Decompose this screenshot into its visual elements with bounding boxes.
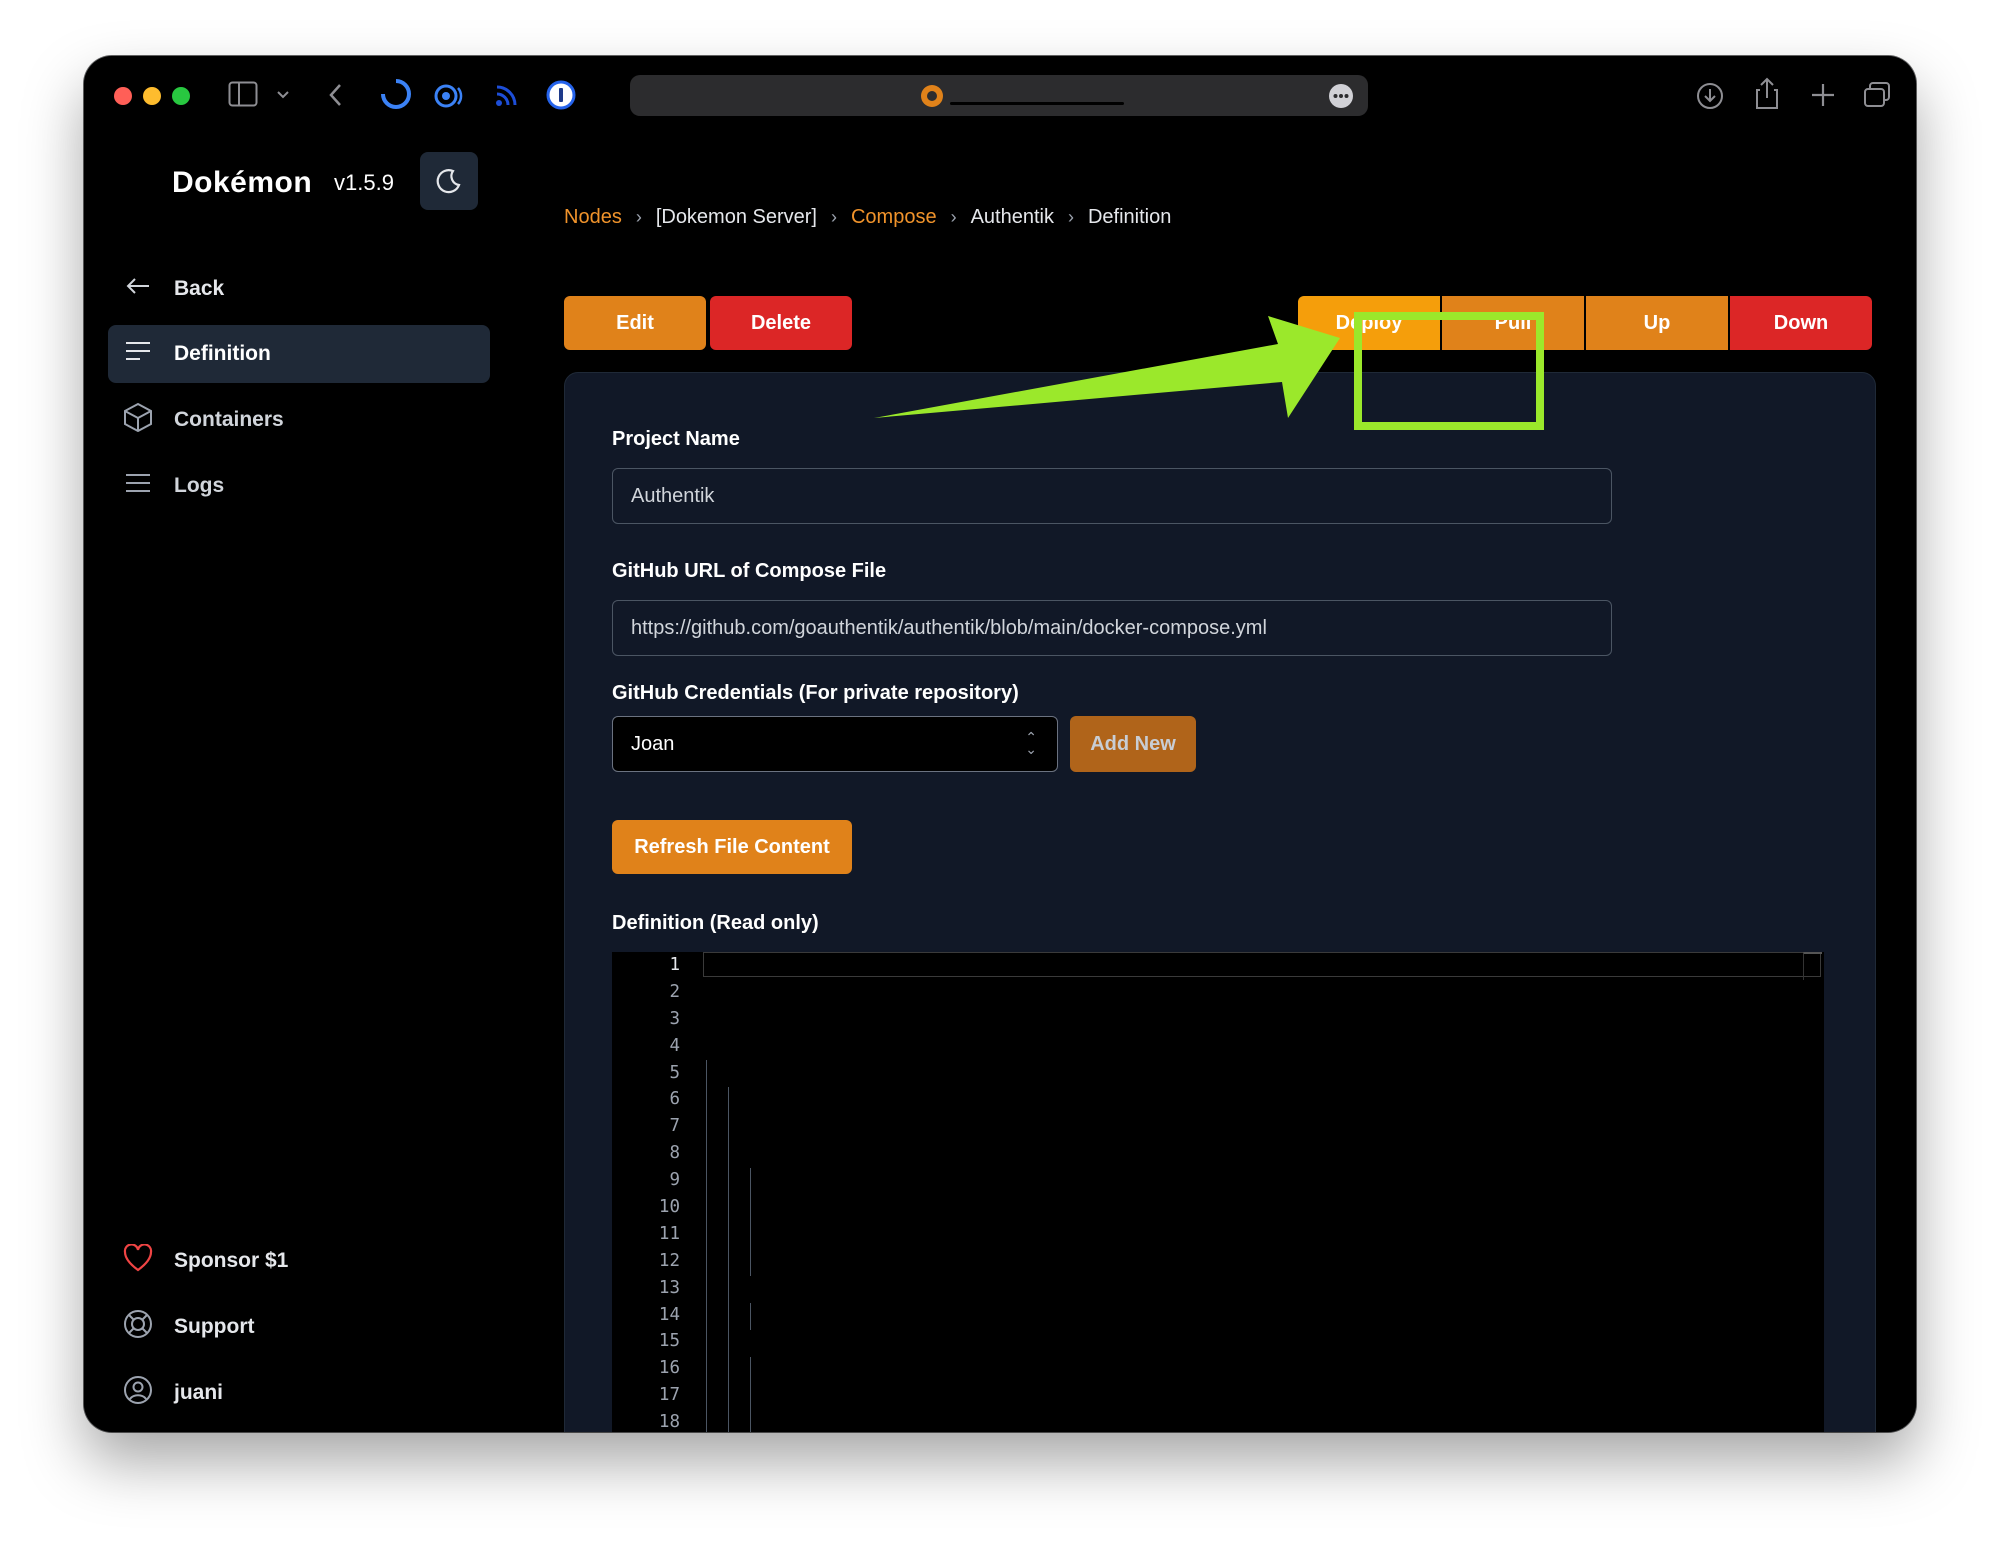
line-number: 3 (669, 1008, 680, 1029)
sidebar-item-label: Definition (174, 342, 271, 365)
sidebar-item-definition[interactable]: Definition (108, 325, 490, 383)
moon-icon (436, 169, 461, 194)
indent-guide (750, 1303, 751, 1330)
indent-guide (750, 1168, 751, 1276)
sidebar-item-user[interactable]: juani (108, 1364, 490, 1422)
breadcrumb-nodes-link[interactable]: Nodes (564, 206, 622, 229)
line-number: 2 (669, 981, 680, 1002)
cube-icon (120, 402, 156, 439)
indent-guide (706, 1060, 707, 1432)
rss-icon[interactable] (494, 84, 518, 108)
sidebar-item-label: Logs (174, 474, 225, 497)
breadcrumb-server: [Dokemon Server] (655, 206, 817, 228)
delete-button[interactable]: Delete (710, 296, 852, 350)
loading-spinner-icon (381, 79, 411, 109)
chevron-right-icon: › (635, 207, 642, 227)
lifebuoy-icon (120, 1309, 156, 1346)
sidebar-item-support[interactable]: Support (108, 1298, 490, 1356)
line-number: 8 (669, 1143, 680, 1164)
chevron-right-icon: › (1067, 207, 1074, 227)
sidebar-item-label: Sponsor $1 (174, 1249, 289, 1272)
line-number: 17 (658, 1385, 680, 1406)
indent-guide (750, 1357, 751, 1432)
chevron-right-icon: › (830, 207, 837, 227)
line-number: 13 (658, 1277, 680, 1298)
sidebar-item-back[interactable]: Back (108, 260, 490, 318)
brand-name[interactable]: Dokémon (172, 166, 312, 200)
title-bar (84, 56, 1916, 134)
line-number: 6 (669, 1089, 680, 1110)
tab-overview-icon[interactable] (1862, 80, 1892, 110)
line-number: 4 (669, 1035, 680, 1056)
edit-button[interactable]: Edit (564, 296, 706, 350)
current-line-highlight (703, 952, 1821, 977)
credentials-selected-value: Joan (631, 732, 675, 755)
credentials-label: GitHub Credentials (For private reposito… (612, 682, 1019, 704)
more-options-icon[interactable] (1328, 83, 1354, 109)
download-icon[interactable] (1696, 82, 1724, 110)
heart-icon (120, 1242, 156, 1279)
annotation-highlight-box (1354, 312, 1544, 430)
chevron-right-icon: › (950, 207, 957, 227)
project-name-field[interactable]: Authentik (612, 468, 1612, 524)
theme-toggle-button[interactable] (420, 152, 478, 210)
user-circle-icon (120, 1375, 156, 1412)
line-number: 9 (669, 1170, 680, 1191)
line-number: 7 (669, 1116, 680, 1137)
minimize-window-button[interactable] (143, 87, 161, 105)
github-url-field[interactable]: https://github.com/goauthentik/authentik… (612, 600, 1612, 656)
sidebar-item-label: Support (174, 1315, 255, 1338)
editor-scrollbar[interactable] (1803, 952, 1822, 980)
line-number: 10 (658, 1197, 680, 1218)
chevron-down-icon[interactable] (276, 90, 290, 100)
line-number: 1 (669, 955, 680, 975)
address-bar[interactable] (630, 75, 1368, 116)
list-icon (120, 472, 156, 501)
breadcrumb: Nodes › [Dokemon Server] › Compose › Aut… (564, 206, 1171, 229)
app-version: v1.5.9 (334, 170, 394, 195)
line-number: 15 (658, 1331, 680, 1352)
sidebar-item-label: juani (174, 1381, 224, 1404)
arrow-left-icon (120, 275, 156, 303)
chevron-updown-icon: ⌃ ⌄ (1025, 729, 1037, 757)
line-number: 5 (669, 1062, 680, 1083)
project-name-label: Project Name (612, 428, 740, 450)
annotation-arrow-icon (874, 316, 1340, 418)
refresh-file-content-button[interactable]: Refresh File Content (612, 820, 852, 874)
lines-icon (120, 340, 156, 369)
zoom-window-button[interactable] (172, 87, 190, 105)
code-editor[interactable]: 1 2 3 4 5 6 7 8 9 10 11 12 13 14 15 16 1… (612, 952, 1824, 1432)
sidebar-item-label: Containers (174, 408, 284, 431)
down-button[interactable]: Down (1730, 296, 1872, 350)
line-number: 18 (658, 1412, 680, 1432)
sidebar-item-logs[interactable]: Logs (108, 457, 490, 515)
line-number: 11 (658, 1223, 680, 1244)
sidebar-item-label: Back (174, 277, 225, 300)
browser-window: Dokémon v1.5.9 Back Definition Container… (84, 56, 1916, 1432)
favicon-icon (921, 85, 943, 107)
new-tab-icon[interactable] (1810, 82, 1836, 108)
address-text-placeholder (950, 102, 1124, 105)
sidebar-item-containers[interactable]: Containers (108, 391, 490, 449)
definition-label: Definition (Read only) (612, 912, 819, 934)
up-button[interactable]: Up (1586, 296, 1728, 350)
line-number: 12 (658, 1250, 680, 1271)
breadcrumb-project: Authentik (970, 206, 1054, 228)
extension-icon[interactable] (434, 82, 466, 110)
back-arrow-icon[interactable] (328, 82, 344, 108)
password-manager-icon[interactable] (546, 80, 576, 110)
line-number-gutter: 1 2 3 4 5 6 7 8 9 10 11 12 13 14 15 16 1… (612, 952, 680, 1432)
line-number: 16 (658, 1358, 680, 1379)
sidebar-toggle-icon[interactable] (228, 81, 258, 107)
breadcrumb-current: Definition (1087, 206, 1172, 228)
close-window-button[interactable] (114, 87, 132, 105)
indent-guide (728, 1087, 729, 1432)
github-url-label: GitHub URL of Compose File (612, 560, 887, 582)
credentials-select[interactable]: Joan ⌃ ⌄ (612, 716, 1058, 772)
add-new-button[interactable]: Add New (1070, 716, 1196, 772)
sidebar-item-sponsor[interactable]: Sponsor $1 (108, 1232, 490, 1290)
line-number: 14 (658, 1304, 680, 1325)
breadcrumb-compose-link[interactable]: Compose (851, 206, 937, 229)
share-icon[interactable] (1754, 76, 1780, 110)
